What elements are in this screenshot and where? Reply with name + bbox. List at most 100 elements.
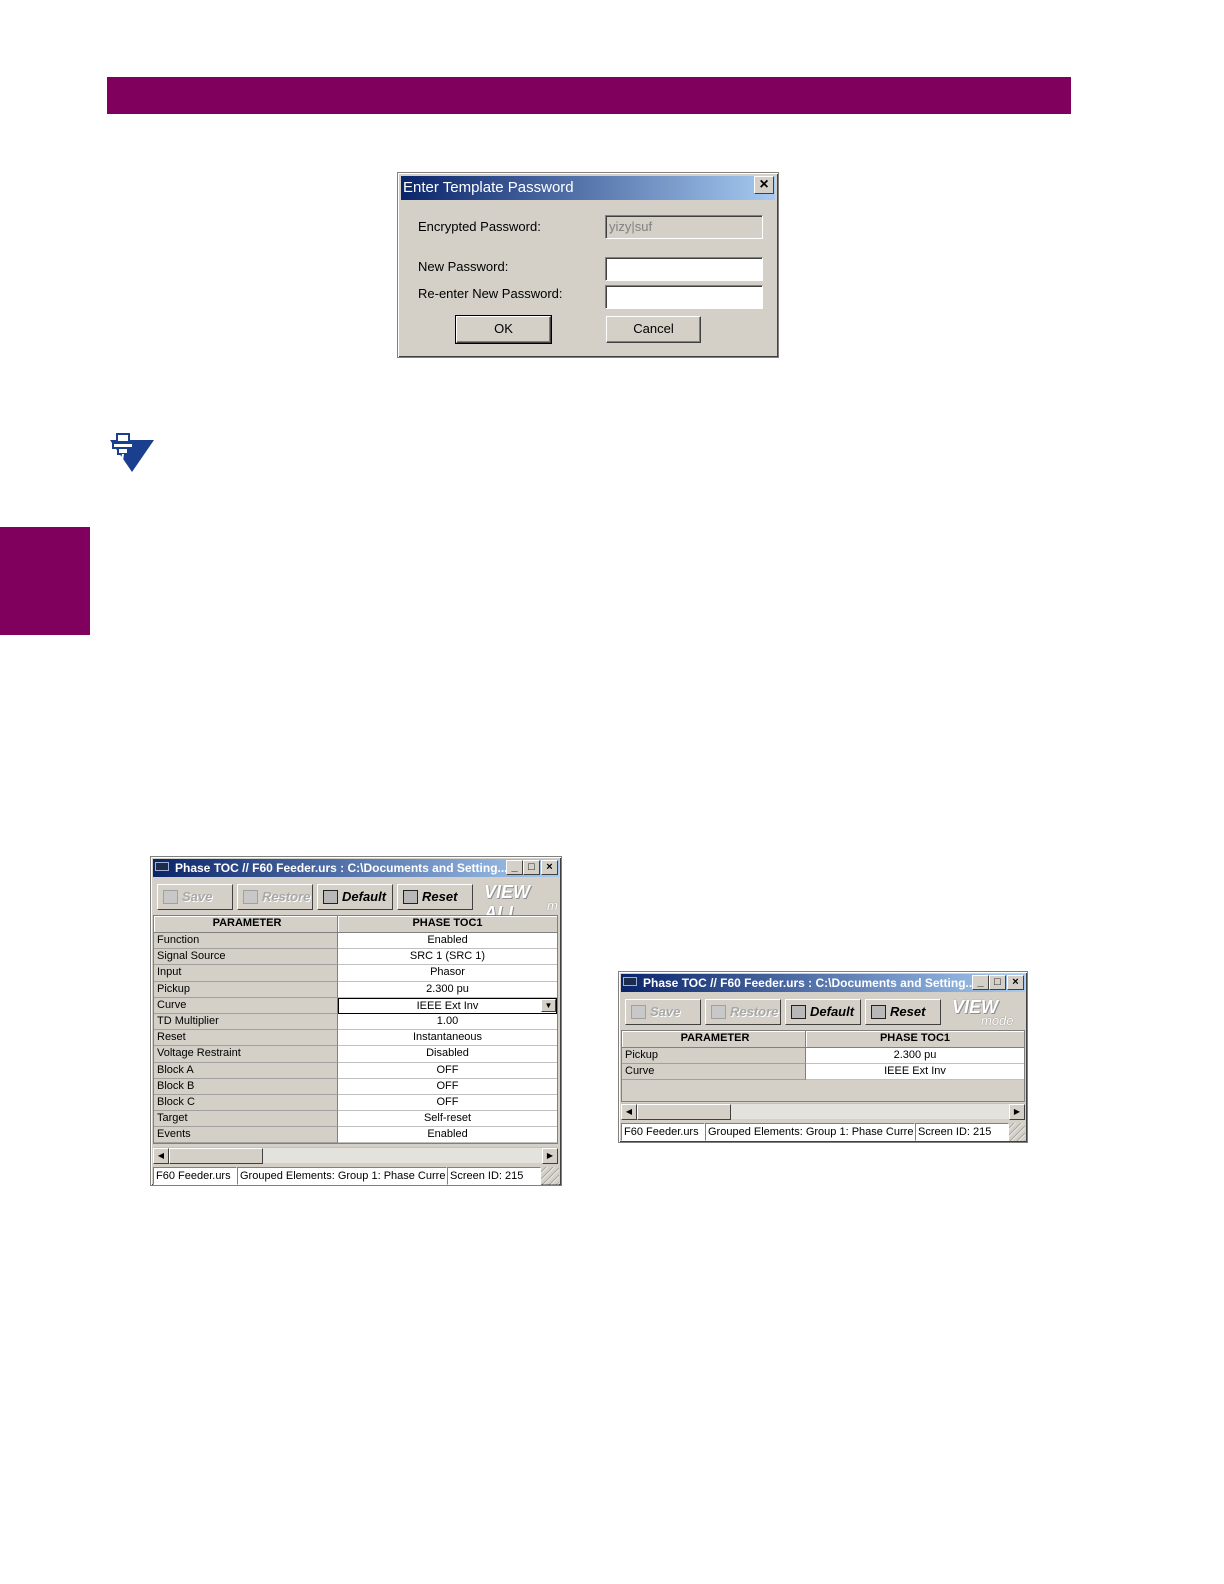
close-icon[interactable]: ×: [754, 176, 774, 194]
param-value[interactable]: Disabled: [338, 1046, 557, 1063]
param-name: TD Multiplier: [154, 1013, 338, 1031]
param-value[interactable]: OFF: [338, 1062, 557, 1079]
restore-icon: [711, 1005, 726, 1019]
default-icon: [791, 1005, 806, 1019]
param-value[interactable]: OFF: [338, 1078, 557, 1095]
minimize-icon[interactable]: _: [506, 860, 523, 875]
param-value[interactable]: Enabled: [338, 933, 557, 950]
param-name: Curve: [622, 1064, 806, 1081]
resize-grip[interactable]: [541, 1167, 559, 1185]
chapter-side-tab: [0, 527, 90, 635]
save-icon: [631, 1005, 646, 1019]
view-mode-suffix: m: [547, 898, 558, 913]
param-name: Block C: [154, 1094, 338, 1112]
grid-header: PARAMETER PHASE TOC1: [622, 1031, 1024, 1048]
param-name: Pickup: [622, 1048, 806, 1065]
param-value[interactable]: OFF: [338, 1094, 557, 1112]
restore-button[interactable]: Restore: [705, 999, 781, 1025]
param-name: Input: [154, 965, 338, 982]
reset-icon: [403, 890, 418, 904]
reset-label: Reset: [890, 1004, 926, 1019]
horizontal-scrollbar[interactable]: ◀ ▶: [153, 1147, 558, 1164]
reenter-password-field[interactable]: [605, 285, 763, 309]
column-header-value: PHASE TOC1: [806, 1031, 1024, 1048]
encrypted-password-label: Encrypted Password:: [418, 219, 541, 234]
status-path: Grouped Elements: Group 1: Phase Currer: [237, 1167, 447, 1185]
table-row: Block B OFF: [154, 1078, 557, 1095]
settings-grid: PARAMETER PHASE TOC1 Pickup 2.300 pu Curv…: [621, 1030, 1025, 1102]
param-name: Pickup: [154, 981, 338, 998]
reset-button[interactable]: Reset: [865, 999, 941, 1025]
table-row: Input Phasor: [154, 965, 557, 982]
reset-label: Reset: [422, 889, 458, 904]
param-value[interactable]: 1.00: [338, 1013, 557, 1031]
status-bar: F60 Feeder.urs Grouped Elements: Group 1…: [153, 1167, 559, 1185]
cancel-button[interactable]: Cancel: [606, 316, 701, 343]
table-row: TD Multiplier 1.00: [154, 1013, 557, 1031]
curve-dropdown[interactable]: IEEE Ext Inv ▼: [338, 997, 557, 1014]
param-name: Reset: [154, 1030, 338, 1047]
save-button[interactable]: Save: [625, 999, 701, 1025]
table-row: Block C OFF: [154, 1094, 557, 1112]
param-value[interactable]: Instantaneous: [338, 1030, 557, 1047]
note-icon: [110, 433, 154, 472]
minimize-icon[interactable]: _: [972, 975, 989, 990]
horizontal-scrollbar[interactable]: ◀ ▶: [621, 1103, 1025, 1120]
chevron-down-icon[interactable]: ▼: [541, 998, 556, 1012]
phase-toc-window-minimal: Phase TOC // F60 Feeder.urs : C:\Documen…: [618, 971, 1028, 1143]
scrollbar-thumb[interactable]: [169, 1148, 263, 1164]
reset-button[interactable]: Reset: [397, 884, 473, 910]
table-row: Pickup 2.300 pu: [622, 1048, 1024, 1065]
table-row: Events Enabled: [154, 1127, 557, 1144]
scroll-right-icon[interactable]: ▶: [542, 1148, 558, 1164]
app-icon: [623, 977, 637, 986]
restore-icon: [243, 890, 258, 904]
column-header-value: PHASE TOC1: [338, 916, 557, 933]
new-password-label: New Password:: [418, 259, 509, 274]
new-password-field[interactable]: [605, 257, 763, 281]
close-icon[interactable]: ×: [541, 860, 558, 875]
table-row: Curve IEEE Ext Inv ▼: [154, 997, 557, 1014]
param-value[interactable]: SRC 1 (SRC 1): [338, 949, 557, 966]
maximize-icon[interactable]: □: [523, 860, 540, 875]
table-row: Pickup 2.300 pu: [154, 981, 557, 998]
scroll-left-icon[interactable]: ◀: [153, 1148, 169, 1164]
scroll-left-icon[interactable]: ◀: [621, 1104, 637, 1120]
param-name: Curve: [154, 997, 338, 1014]
dialog-title: Enter Template Password: [401, 176, 775, 200]
default-icon: [323, 890, 338, 904]
table-row: Voltage Restraint Disabled: [154, 1046, 557, 1063]
param-value[interactable]: Phasor: [338, 965, 557, 982]
status-screen-id: Screen ID: 215: [915, 1123, 1009, 1141]
view-mode-suffix: mode: [981, 1013, 1014, 1028]
maximize-icon[interactable]: □: [989, 975, 1006, 990]
table-row: Function Enabled: [154, 933, 557, 950]
default-button[interactable]: Default: [785, 999, 861, 1025]
ok-button[interactable]: OK: [455, 315, 552, 344]
default-button[interactable]: Default: [317, 884, 393, 910]
column-header-parameter: PARAMETER: [622, 1031, 806, 1048]
save-label: Save: [650, 1004, 681, 1019]
encrypted-password-field: yizy|suf: [605, 215, 763, 239]
save-button[interactable]: Save: [157, 884, 233, 910]
param-value[interactable]: 2.300 pu: [806, 1048, 1024, 1065]
param-value[interactable]: Self-reset: [338, 1111, 557, 1128]
resize-grip[interactable]: [1009, 1123, 1025, 1141]
template-password-dialog: Enter Template Password × Encrypted Pass…: [397, 172, 779, 358]
param-value[interactable]: Enabled: [338, 1127, 557, 1144]
save-label: Save: [182, 889, 213, 904]
restore-button[interactable]: Restore: [237, 884, 313, 910]
param-name: Events: [154, 1127, 338, 1144]
status-bar: F60 Feeder.urs Grouped Elements: Group 1…: [621, 1123, 1025, 1141]
param-name: Block A: [154, 1062, 338, 1079]
close-icon[interactable]: ×: [1007, 975, 1024, 990]
scrollbar-thumb[interactable]: [637, 1104, 731, 1120]
table-row: Signal Source SRC 1 (SRC 1): [154, 949, 557, 966]
scroll-right-icon[interactable]: ▶: [1009, 1104, 1025, 1120]
param-value[interactable]: IEEE Ext Inv: [806, 1064, 1024, 1081]
table-row: Reset Instantaneous: [154, 1030, 557, 1047]
param-value[interactable]: 2.300 pu: [338, 981, 557, 998]
reenter-password-label: Re-enter New Password:: [418, 286, 563, 301]
param-name: Signal Source: [154, 949, 338, 966]
curve-dropdown-value: IEEE Ext Inv: [416, 999, 479, 1012]
